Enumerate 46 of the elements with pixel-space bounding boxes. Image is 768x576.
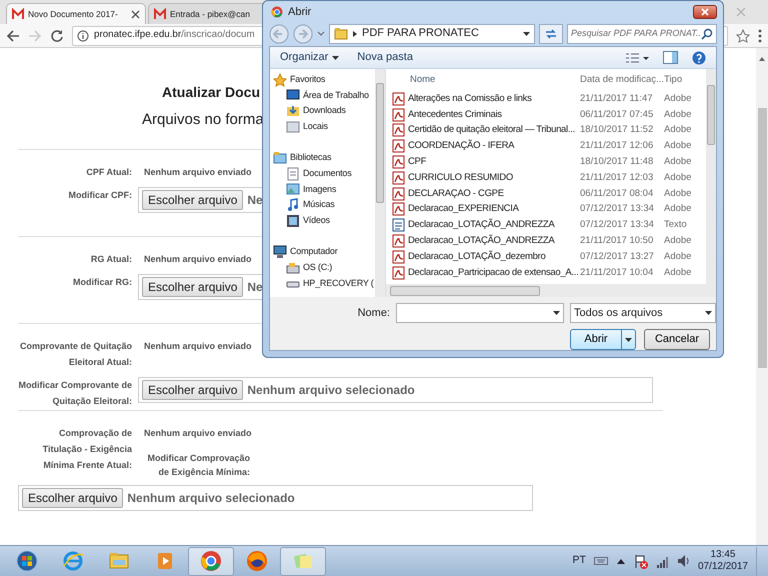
- field-value: Nenhum arquivo enviado: [144, 252, 252, 266]
- file-date: 07/12/2017 13:27: [580, 250, 655, 264]
- file-type: Adobe: [664, 123, 692, 138]
- field-label: Modificar CPF:: [67, 188, 132, 202]
- file-status: Ne: [247, 278, 263, 296]
- page-title: Atualizar Docu: [162, 84, 260, 102]
- file-date: 18/10/2017 11:48: [580, 154, 654, 169]
- page-subtitle: Arquivos no forma: [142, 110, 264, 130]
- field-label: Modificar Comprovante de Quitação Eleitoral:: [18, 378, 132, 408]
- file-type: Adobe: [664, 234, 692, 248]
- field-label: Modificar Comprovação de Exigência Mínima:: [146, 452, 250, 478]
- file-type: Adobe: [664, 92, 692, 106]
- folder-path: PDF PARA PRONATEC: [362, 26, 480, 42]
- file-type: Adobe: [664, 154, 692, 169]
- field-value: Nenhum arquivo enviado: [144, 340, 252, 353]
- file-type: Adobe: [664, 186, 692, 201]
- file-type: Adobe: [664, 139, 692, 154]
- file-status: Ne: [247, 192, 263, 208]
- file-date: 06/11/2017 07:45: [580, 108, 654, 122]
- url-text: pronatec.ifpe.edu.br/inscricao/docum: [94, 28, 255, 42]
- file-date: 21/11/2017 10:50: [580, 234, 654, 248]
- file-date: 21/11/2017 10:04: [580, 266, 654, 280]
- file-type: Adobe: [664, 250, 692, 264]
- field-label: Comprovante de Quitação Eleitoral Atual:: [18, 340, 132, 368]
- file-date: 07/12/2017 13:34: [580, 218, 655, 232]
- file-status: Nenhum arquivo selecionado: [247, 382, 415, 398]
- file-date: 21/11/2017 11:47: [580, 92, 654, 106]
- file-type: Adobe: [664, 108, 692, 122]
- field-value: Nenhum arquivo enviado: [144, 166, 252, 179]
- file-type: Adobe: [664, 266, 692, 280]
- file-date: 21/11/2017 12:06: [580, 139, 654, 154]
- file-type: Texto: [664, 218, 688, 232]
- field-label: CPF Atual:: [85, 166, 132, 178]
- dialog-title: Abrir: [288, 4, 312, 20]
- field-label: Comprovação de Titulação - Exigência Mínima Frente Atual:: [42, 426, 132, 472]
- field-label: RG Atual:: [90, 252, 132, 266]
- file-date: 06/11/2017 08:04: [580, 186, 654, 201]
- field-label: Nome:: [356, 306, 390, 321]
- field-value: Nenhum arquivo enviado: [144, 426, 252, 440]
- file-date: 18/10/2017 11:52: [580, 123, 654, 138]
- file-type: Adobe: [664, 170, 692, 185]
- file-date: 21/11/2017 12:03: [580, 170, 654, 185]
- file-type: Adobe: [664, 202, 692, 216]
- field-label: Modificar RG:: [72, 276, 132, 288]
- file-status: Nenhum arquivo selecionado: [127, 490, 295, 506]
- file-date: 07/12/2017 13:34: [580, 202, 655, 216]
